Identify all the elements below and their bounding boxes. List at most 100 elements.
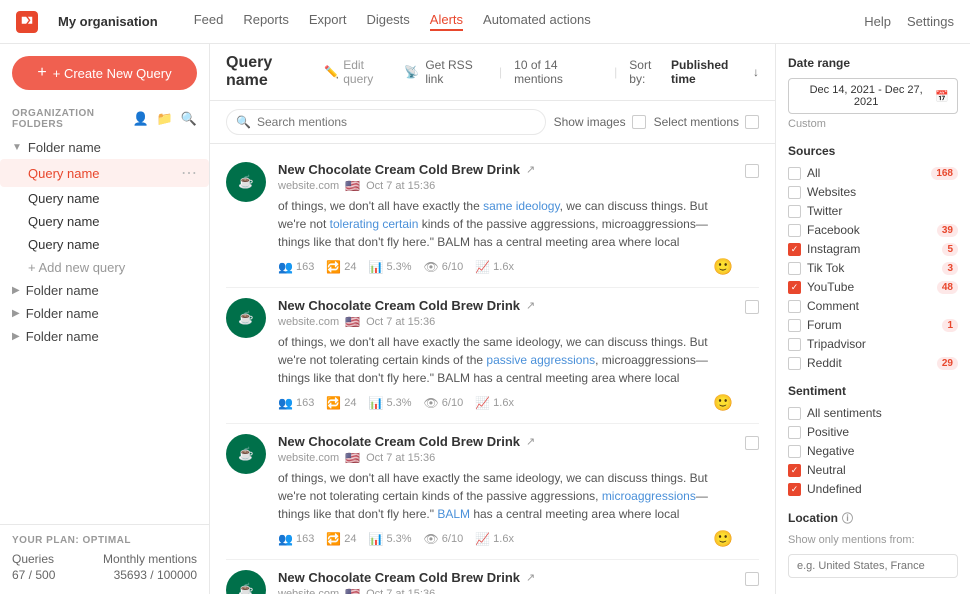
query-dots-0-0[interactable]: ⋯	[181, 163, 197, 183]
nav-export[interactable]: Export	[309, 12, 347, 31]
source-cb-facebook[interactable]	[788, 224, 801, 237]
mention-checkbox-2[interactable]	[745, 436, 759, 549]
add-folder-icon[interactable]: 👤	[132, 111, 148, 127]
sort-btn[interactable]: Sort by: Published time ↓	[629, 58, 759, 86]
mention-link-1-1[interactable]: passive aggressions	[486, 353, 595, 367]
mention-body-2: New Chocolate Cream Cold Brew Drink ↗ we…	[278, 434, 733, 549]
folder-item-1[interactable]: ▶ Folder name	[0, 279, 209, 302]
nav-automated[interactable]: Automated actions	[483, 12, 591, 31]
folder-item-2[interactable]: ▶ Folder name	[0, 302, 209, 325]
external-link-icon-3[interactable]: ↗	[526, 571, 535, 584]
query-item-0-2[interactable]: Query name	[0, 210, 209, 233]
source-cb-forum[interactable]	[788, 319, 801, 332]
content-header: Query name ✏️ Edit query 📡 Get RSS link …	[210, 44, 775, 101]
sentiment-cb-all[interactable]	[788, 407, 801, 420]
nav-reports[interactable]: Reports	[243, 12, 289, 31]
source-cb-instagram[interactable]	[788, 243, 801, 256]
nav-help[interactable]: Help	[864, 14, 891, 29]
nav-feed[interactable]: Feed	[194, 12, 224, 31]
folder-name-0: Folder name	[28, 140, 101, 155]
date-range-value: Dec 14, 2021 - Dec 27, 2021	[797, 84, 935, 108]
mentions-list: ☕ New Chocolate Cream Cold Brew Drink ↗ …	[210, 144, 775, 594]
nav-alerts[interactable]: Alerts	[430, 12, 463, 31]
get-rss-btn[interactable]: 📡 Get RSS link	[404, 58, 487, 86]
date-custom-label: Custom	[788, 118, 958, 130]
source-label-tiktok: Tik Tok	[807, 261, 844, 275]
search-bar: 🔍 Show images Select mentions	[210, 101, 775, 144]
folder-item-3[interactable]: ▶ Folder name	[0, 325, 209, 348]
edit-query-btn[interactable]: ✏️ Edit query	[324, 58, 392, 86]
source-label-youtube: YouTube	[807, 280, 854, 294]
source-item-forum: Forum 1	[788, 318, 958, 332]
sentiment-cb-negative[interactable]	[788, 445, 801, 458]
header-meta: 📡 Get RSS link | 10 of 14 mentions | Sor…	[404, 58, 759, 86]
add-query-btn[interactable]: + Add new query	[0, 256, 209, 279]
sort-arrow-icon: ↓	[753, 65, 759, 79]
source-cb-all[interactable]	[788, 167, 801, 180]
create-query-button[interactable]: + + Create New Query	[12, 56, 197, 90]
mention-checkbox-1[interactable]	[745, 300, 759, 413]
source-cb-tripadvisor[interactable]	[788, 338, 801, 351]
source-item-instagram: Instagram 5	[788, 242, 958, 256]
source-cb-twitter[interactable]	[788, 205, 801, 218]
search-input[interactable]	[226, 109, 546, 135]
source-badge-tiktok: 3	[942, 262, 958, 275]
source-item-reddit: Reddit 29	[788, 356, 958, 370]
location-info-icon[interactable]: ⓘ	[842, 510, 853, 526]
nav-settings[interactable]: Settings	[907, 14, 954, 29]
plan-queries-value: 67 / 500	[12, 568, 55, 582]
source-cb-websites[interactable]	[788, 186, 801, 199]
source-list: All 168 Websites Twitter Facebook 39	[788, 166, 958, 370]
sentiment-label-undefined: Undefined	[807, 482, 862, 496]
select-mentions-checkbox[interactable]	[745, 115, 759, 129]
show-images-checkbox[interactable]	[632, 115, 646, 129]
source-cb-comment[interactable]	[788, 300, 801, 313]
source-cb-reddit[interactable]	[788, 357, 801, 370]
mention-checkbox-3[interactable]	[745, 572, 759, 594]
query-item-0-0[interactable]: Query name ⋯	[0, 159, 209, 187]
folder-item-0[interactable]: ▼ Folder name	[0, 136, 209, 159]
mention-body-1: New Chocolate Cream Cold Brew Drink ↗ we…	[278, 298, 733, 413]
folder-icon[interactable]: 📁	[157, 111, 173, 127]
mention-title-row-3: New Chocolate Cream Cold Brew Drink ↗	[278, 570, 733, 585]
stat-mult-2: 📈1.6x	[475, 532, 514, 546]
mention-select-1[interactable]	[745, 300, 759, 314]
source-cb-tiktok[interactable]	[788, 262, 801, 275]
mention-body-0: New Chocolate Cream Cold Brew Drink ↗ we…	[278, 162, 733, 277]
external-link-icon-2[interactable]: ↗	[526, 435, 535, 448]
source-cb-youtube[interactable]	[788, 281, 801, 294]
mention-checkbox-0[interactable]	[745, 164, 759, 277]
mention-select-3[interactable]	[745, 572, 759, 586]
top-navigation: My organisation Feed Reports Export Dige…	[0, 0, 970, 44]
query-item-0-3[interactable]: Query name	[0, 233, 209, 256]
mention-date-0: Oct 7 at 15:36	[366, 180, 435, 192]
search-sidebar-icon[interactable]: 🔍	[181, 111, 197, 127]
plus-icon: +	[37, 64, 46, 82]
nav-digests[interactable]: Digests	[366, 12, 409, 31]
divider-1: |	[499, 65, 502, 79]
query-item-0-1[interactable]: Query name	[0, 187, 209, 210]
source-item-websites: Websites	[788, 185, 958, 199]
location-input[interactable]	[788, 554, 958, 578]
stat-views-1: 👁6/10	[424, 396, 464, 410]
mention-link-2-1[interactable]: microaggressions	[602, 489, 696, 503]
sentiment-cb-undefined[interactable]	[788, 483, 801, 496]
sentiment-section: Sentiment All sentiments Positive Negati…	[788, 384, 958, 496]
rss-label: Get RSS link	[425, 58, 487, 86]
mention-title-row-0: New Chocolate Cream Cold Brew Drink ↗	[278, 162, 733, 177]
source-label-all: All	[807, 166, 820, 180]
date-range-btn[interactable]: Dec 14, 2021 - Dec 27, 2021 📅	[788, 78, 958, 114]
mention-link-0-2[interactable]: tolerating certain	[330, 217, 419, 231]
mention-link-0-1[interactable]: same ideology	[483, 199, 560, 213]
external-link-icon-1[interactable]: ↗	[526, 299, 535, 312]
mention-select-2[interactable]	[745, 436, 759, 450]
mention-link-2-2[interactable]: BALM	[437, 507, 470, 521]
sentiment-cb-neutral[interactable]	[788, 464, 801, 477]
stat-percent-2: 📊5.3%	[369, 532, 412, 546]
sentiment-cb-positive[interactable]	[788, 426, 801, 439]
external-link-icon-0[interactable]: ↗	[526, 163, 535, 176]
mention-select-0[interactable]	[745, 164, 759, 178]
mention-title-row-2: New Chocolate Cream Cold Brew Drink ↗	[278, 434, 733, 449]
folder-name-1: Folder name	[26, 283, 99, 298]
nav-right: Help Settings	[864, 14, 954, 29]
